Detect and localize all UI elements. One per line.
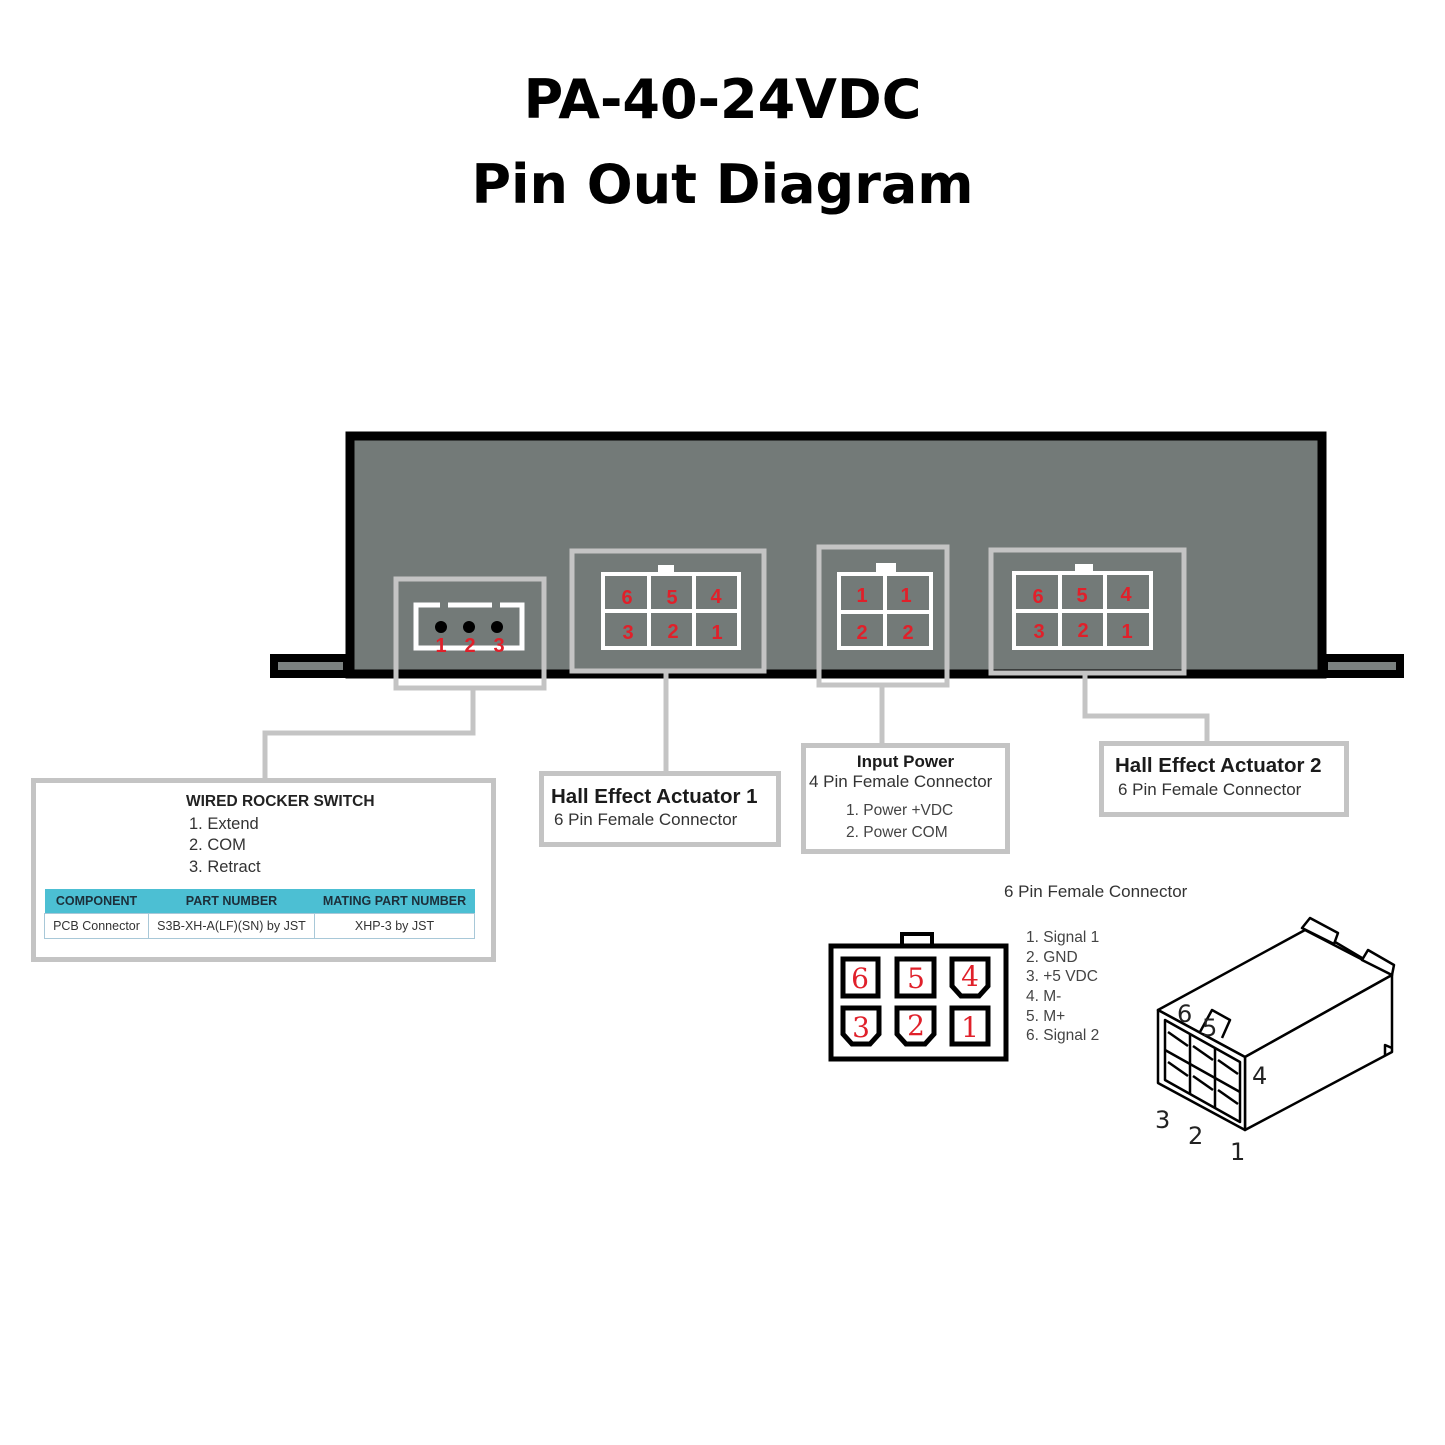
face-pin-label: 6 <box>851 962 869 995</box>
rocker-pin-item: 1. Extend <box>189 815 259 833</box>
input-power-title: Input Power <box>856 752 955 771</box>
hall1-pin-label: 1 <box>711 622 722 644</box>
iso-pin-label: 5 <box>1202 1014 1217 1042</box>
connector-isometric-drawing <box>1156 916 1396 1132</box>
pinout-item: 6. Signal 2 <box>1026 1027 1100 1044</box>
pinout-item: 4. M- <box>1026 988 1062 1005</box>
face-pin-label: 4 <box>961 960 979 993</box>
face-pin-label: 1 <box>961 1011 979 1044</box>
hall2-pin-label: 4 <box>1120 584 1132 606</box>
rocker-pin-label: 1 <box>435 635 446 657</box>
hall2-callout-line <box>1082 674 1210 744</box>
hall2-pin-label: 3 <box>1033 621 1044 643</box>
rocker-pin-label: 2 <box>464 635 475 657</box>
rocker-callout-line <box>262 688 476 780</box>
input-power-item: 1. Power +VDC <box>846 802 954 819</box>
face-pin-label: 3 <box>852 1011 870 1044</box>
pinout-item: 2. GND <box>1026 949 1078 966</box>
table-cell: PCB Connector <box>44 913 149 939</box>
power-pin-label: 1 <box>900 585 911 607</box>
rocker-pin-3 <box>491 621 503 633</box>
hall2-subtitle: 6 Pin Female Connector <box>1118 780 1302 799</box>
input-power-subtitle: 4 Pin Female Connector <box>809 772 993 791</box>
hall2-pin-label: 6 <box>1032 586 1043 608</box>
power-pin-label: 2 <box>856 622 867 644</box>
hall1-pin-label: 5 <box>666 587 677 609</box>
rocker-pin-1 <box>435 621 447 633</box>
hall1-callout: Hall Effect Actuator 1 6 Pin Female Conn… <box>539 771 781 847</box>
hall2-pin-label: 5 <box>1076 585 1087 607</box>
input-power-item: 2. Power COM <box>846 824 948 841</box>
iso-pin-label: 4 <box>1252 1062 1267 1090</box>
rocker-switch-title: WIRED ROCKER SWITCH <box>186 793 375 810</box>
table-cell: XHP-3 by JST <box>314 913 475 939</box>
face-pin-label: 5 <box>907 962 925 995</box>
hall1-pin-label: 4 <box>710 586 722 608</box>
input-power-callout: Input Power 4 Pin Female Connector 1. Po… <box>801 743 1010 854</box>
hall2-callout: Hall Effect Actuator 2 6 Pin Female Conn… <box>1099 741 1349 817</box>
hall1-pin-label: 3 <box>622 622 633 644</box>
table-header-cell: MATING PART NUMBER <box>314 889 475 914</box>
pinout-item: 3. +5 VDC <box>1026 968 1098 985</box>
hall2-pin-label: 2 <box>1077 620 1088 642</box>
pinout-item: 1. Signal 1 <box>1026 929 1100 946</box>
rocker-switch-callout: WIRED ROCKER SWITCH 1. Extend 2. COM 3. … <box>31 778 496 962</box>
parts-table: COMPONENT PART NUMBER MATING PART NUMBER… <box>44 889 475 939</box>
hall1-subtitle: 6 Pin Female Connector <box>554 810 738 829</box>
iso-pin-label: 1 <box>1230 1138 1245 1166</box>
power-pin-label: 1 <box>856 585 867 607</box>
right-flange-slot <box>1328 662 1396 670</box>
connector-face-drawing: 6 5 4 3 2 1 <box>828 932 1009 1062</box>
left-flange-slot <box>278 662 343 670</box>
table-header-cell: COMPONENT <box>44 889 149 914</box>
hall2-pin-label: 1 <box>1121 621 1132 643</box>
hall1-title: Hall Effect Actuator 1 <box>551 785 758 808</box>
table-cell: S3B-XH-A(LF)(SN) by JST <box>148 913 315 939</box>
hall1-pin-label: 6 <box>621 587 632 609</box>
rocker-pin-2 <box>463 621 475 633</box>
parts-table-header: COMPONENT PART NUMBER MATING PART NUMBER <box>44 889 475 914</box>
iso-pin-label: 6 <box>1177 1000 1192 1028</box>
iso-pin-label: 2 <box>1188 1122 1203 1150</box>
face-pin-label: 2 <box>907 1009 925 1042</box>
table-row: PCB Connector S3B-XH-A(LF)(SN) by JST XH… <box>44 913 475 939</box>
power-pin-label: 2 <box>902 622 913 644</box>
pinout-diagram: 1 2 3 6 5 4 3 2 1 1 1 2 2 6 5 4 3 2 1 6 … <box>262 431 1404 1166</box>
table-header-cell: PART NUMBER <box>148 889 315 914</box>
rocker-pin-item: 3. Retract <box>189 858 261 876</box>
pinout-item: 5. M+ <box>1026 1008 1066 1025</box>
connector-detail-title: 6 Pin Female Connector <box>1004 882 1188 901</box>
rocker-pin-item: 2. COM <box>189 836 246 854</box>
hall1-pin-label: 2 <box>667 621 678 643</box>
rocker-pin-label: 3 <box>493 635 504 657</box>
iso-pin-label: 3 <box>1155 1106 1170 1134</box>
hall2-title: Hall Effect Actuator 2 <box>1115 754 1322 777</box>
